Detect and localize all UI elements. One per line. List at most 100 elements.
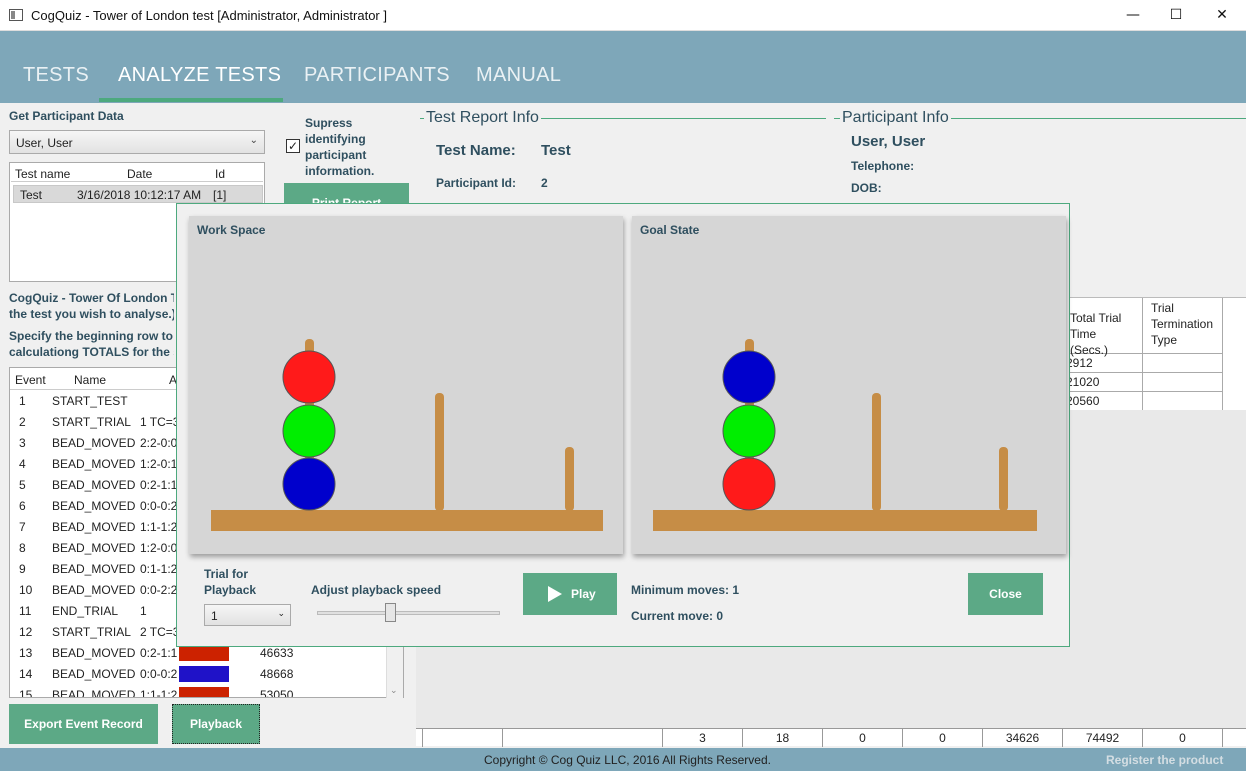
test-list-header: Test name Date Id [11,164,263,182]
print-report-button[interactable]: Print Report [284,183,409,205]
peg-medium [435,393,444,511]
telephone-label: Telephone: [851,159,915,173]
event-number: 8 [19,541,26,555]
speed-slider-track[interactable] [317,611,500,615]
grid-cell-time: 21020 [1062,373,1143,392]
tab-tests[interactable]: TESTS [23,64,89,87]
event-color-swatch [179,687,229,697]
scroll-down-icon[interactable]: ⌄ [390,685,398,696]
event-name: BEAD_MOVED [52,499,136,513]
board-base [211,510,603,531]
results-grid[interactable]: Total Trial Time (Secs.) Trial Terminati… [1062,297,1246,411]
participant-id-value: 2 [541,176,548,190]
event-args: 1:1-1:2 [140,688,178,698]
suppress-label: Supress identifying participant informat… [305,116,375,178]
test-report-title: Test Report Info [424,109,541,127]
goal-state-panel: Goal State [632,216,1066,554]
register-product-link[interactable]: Register the product [1106,753,1223,767]
chevron-down-icon: ⌄ [277,608,285,618]
event-row[interactable]: 15 BEAD_MOVED 1:1-1:2 53050 [10,684,388,698]
minimize-button[interactable]: — [1110,0,1156,31]
col-id[interactable]: Id [215,167,225,181]
test-description: CogQuiz - Tower Of London Te the test yo… [9,290,174,322]
col-date[interactable]: Date [127,167,152,181]
event-value: 53050 [260,688,294,698]
event-number: 6 [19,499,26,513]
bead [722,404,776,458]
test-description-line2: the test you wish to analyse.) [9,307,174,321]
tab-participants[interactable]: PARTICIPANTS [304,64,450,87]
event-args: 0:2-1:1 [140,478,178,492]
close-dialog-button[interactable]: Close [968,573,1043,615]
col-event[interactable]: Event [15,373,46,387]
event-args: 0:2-1:1 [140,646,178,660]
test-list-row[interactable]: Test 3/16/2018 10:12:17 AM [1] [13,185,263,203]
playback-button[interactable]: Playback [172,704,260,744]
totals-cell [416,729,423,747]
chevron-down-icon: ⌄ [249,135,258,146]
bead [282,350,336,404]
tab-manual[interactable]: MANUAL [476,64,561,87]
play-icon [548,586,562,602]
event-args: 0:0-0:2 [140,667,178,681]
test-description-line1: CogQuiz - Tower Of London Te [9,291,174,305]
event-number: 5 [19,478,26,492]
event-number: 1 [19,394,26,408]
event-name: BEAD_MOVED [52,646,136,660]
totals-cell [423,729,503,747]
copyright-text: Copyright © Cog Quiz LLC, 2016 All Right… [484,753,771,767]
event-args: 0:0-2:2 [140,583,178,597]
maximize-button[interactable]: ☐ [1153,0,1199,31]
col-name[interactable]: Name [74,373,106,387]
event-name: START_TRIAL [52,415,131,429]
event-name: BEAD_MOVED [52,583,136,597]
event-number: 9 [19,562,26,576]
play-button[interactable]: Play [523,573,617,615]
event-number: 3 [19,436,26,450]
participant-id-label: Participant Id: [436,176,517,190]
event-name: END_TRIAL [52,604,119,618]
event-row[interactable]: 14 BEAD_MOVED 0:0-0:2 48668 [10,663,388,684]
col-total-trial-time[interactable]: Total Trial Time (Secs.) [1062,298,1143,357]
event-number: 11 [19,604,32,618]
tab-analyze-tests[interactable]: ANALYZE TESTS [118,64,281,87]
totals-description: Specify the beginning row to calculation… [9,328,174,360]
totals-cell [503,729,663,747]
work-space-board [211,339,603,531]
participant-info-title: Participant Info [840,109,951,127]
export-event-record-button[interactable]: Export Event Record [9,704,158,744]
grid-cell-time: 2912 [1062,354,1143,373]
title-bar: CogQuiz - Tower of London test [Administ… [0,0,1246,31]
col-test-name[interactable]: Test name [15,167,70,181]
totals-cell: 18 [743,729,823,747]
participant-select[interactable]: User, User ⌄ [9,130,265,154]
totals-cell: 0 [903,729,983,747]
event-args: 1:2-0:1 [140,457,178,471]
trial-select[interactable]: 1 ⌄ [204,604,291,626]
speed-slider-thumb[interactable] [385,603,397,622]
event-name: BEAD_MOVED [52,541,136,555]
totals-cell: 74492 [1063,729,1143,747]
suppress-checkbox[interactable]: ✓ [286,139,300,153]
event-args: 2 TC=3 [140,625,178,639]
dob-label: DOB: [851,181,882,195]
event-number: 15 [19,688,33,698]
event-number: 13 [19,646,33,660]
event-args: 1:2-0:0 [140,541,178,555]
speed-label: Adjust playback speed [311,583,442,597]
totals-row: 3 18 0 0 34626 74492 0 [416,728,1246,747]
test-row-id: [1] [213,188,227,202]
window-title: CogQuiz - Tower of London test [Administ… [31,8,387,23]
peg-tall [999,447,1008,511]
close-window-button[interactable]: ✕ [1199,0,1245,31]
app-icon [9,9,23,21]
event-number: 7 [19,520,26,534]
event-color-swatch [179,666,229,682]
col-trial-termination-type[interactable]: Trial Termination Type [1143,298,1223,354]
test-row-name: Test [20,188,43,202]
totals-cell: 0 [1143,729,1223,747]
event-number: 4 [19,457,26,471]
goal-state-board [653,339,1037,531]
minimum-moves: Minimum moves: 1 [631,583,740,597]
test-row-date: 3/16/2018 10:12:17 AM [77,188,202,202]
